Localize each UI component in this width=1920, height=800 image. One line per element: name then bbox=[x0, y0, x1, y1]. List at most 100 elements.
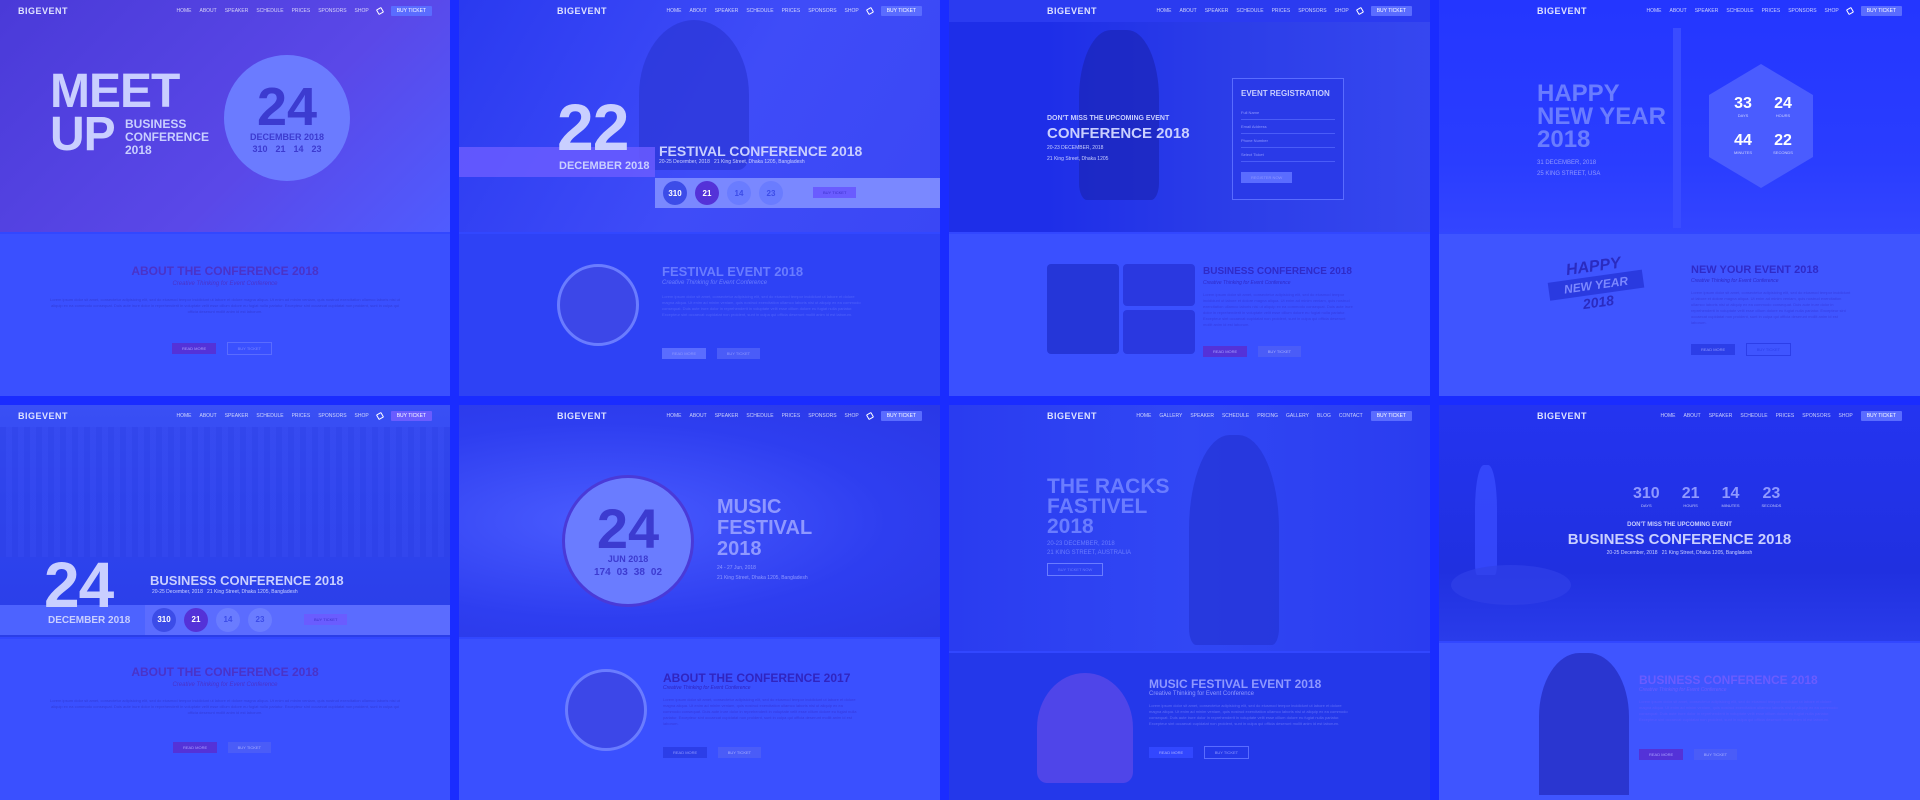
nav-item[interactable]: SPEAKER bbox=[1709, 413, 1733, 419]
nav-item[interactable]: ABOUT bbox=[689, 413, 706, 419]
read-more-button[interactable]: READ MORE bbox=[1203, 346, 1248, 357]
email-field[interactable]: Email Address bbox=[1241, 120, 1335, 134]
logo[interactable]: BIGEVENT bbox=[1537, 6, 1587, 16]
nav-item[interactable]: SHOP bbox=[845, 413, 859, 419]
nav-item[interactable]: SCHEDULE bbox=[1726, 8, 1753, 14]
demo-music-festival[interactable]: BIGEVENT HOME ABOUT SPEAKER SCHEDULE PRI… bbox=[459, 404, 940, 800]
nav-item[interactable]: GALLERY bbox=[1159, 413, 1182, 419]
demo-business-keynote[interactable]: BIGEVENT HOME ABOUT SPEAKER SCHEDULE PRI… bbox=[1439, 404, 1920, 800]
demo-festival-conference[interactable]: BIGEVENT HOME ABOUT SPEAKER SCHEDULE PRI… bbox=[459, 0, 940, 396]
buy-ticket-button[interactable]: BUY TICKET bbox=[1860, 6, 1902, 16]
nav-item[interactable]: SHOP bbox=[355, 413, 369, 419]
nav-item[interactable]: GALLERY bbox=[1286, 413, 1309, 419]
nav-item[interactable]: SHOP bbox=[1335, 8, 1349, 14]
phone-field[interactable]: Phone Number bbox=[1241, 134, 1335, 148]
nav-item[interactable]: HOME bbox=[1136, 413, 1151, 419]
nav-item[interactable]: PRICING bbox=[1257, 413, 1278, 419]
nav-item[interactable]: ABOUT bbox=[689, 8, 706, 14]
nav-item[interactable]: ABOUT bbox=[199, 413, 216, 419]
buy-ticket-button[interactable]: BUY TICKET bbox=[880, 410, 922, 421]
nav-item[interactable]: SCHEDULE bbox=[1236, 8, 1263, 14]
buy-ticket-button[interactable]: BUY TICKET bbox=[304, 613, 348, 625]
read-more-button[interactable]: READ MORE bbox=[1639, 748, 1684, 760]
read-more-button[interactable]: READ MORE bbox=[1149, 746, 1194, 758]
buy-ticket-button[interactable]: BUY TICKET bbox=[813, 187, 857, 198]
logo[interactable]: BIGEVENT bbox=[557, 411, 607, 421]
nav-item[interactable]: SCHEDULE bbox=[746, 8, 773, 14]
nav-item[interactable]: SCHEDULE bbox=[256, 8, 283, 14]
nav-item[interactable]: HOME bbox=[1660, 413, 1675, 419]
nav-item[interactable]: SCHEDULE bbox=[1222, 413, 1249, 419]
nav-item[interactable]: HOME bbox=[176, 413, 191, 419]
nav-item[interactable]: SPEAKER bbox=[1190, 413, 1214, 419]
nav-item[interactable]: ABOUT bbox=[199, 8, 216, 14]
read-more-button[interactable]: READ MORE bbox=[171, 343, 217, 354]
buy-ticket-button[interactable]: BUY TICKET bbox=[390, 6, 432, 16]
buy-ticket-button[interactable]: BUY TICKET bbox=[1257, 346, 1302, 357]
buy-ticket-button[interactable]: BUY TICKET bbox=[880, 6, 922, 16]
buy-ticket-button[interactable]: BUY TICKET bbox=[1693, 748, 1738, 760]
nav-item[interactable]: PRICES bbox=[782, 413, 801, 419]
logo[interactable]: BIGEVENT bbox=[557, 6, 607, 16]
buy-ticket-button[interactable]: BUY TICKET bbox=[1203, 745, 1250, 759]
nav-item[interactable]: SPONSORS bbox=[808, 413, 836, 419]
nav-item[interactable]: ABOUT bbox=[1179, 8, 1196, 14]
nav-item[interactable]: BLOG bbox=[1317, 413, 1331, 419]
nav-item[interactable]: SPONSORS bbox=[318, 413, 346, 419]
name-field[interactable]: Full Name bbox=[1241, 106, 1335, 120]
ticket-select[interactable]: Select Ticket bbox=[1241, 148, 1335, 162]
nav-item[interactable]: HOME bbox=[666, 413, 681, 419]
buy-ticket-button[interactable]: BUY TICKET bbox=[1370, 6, 1412, 16]
register-button[interactable]: REGISTER NOW bbox=[1241, 172, 1293, 183]
nav-item[interactable]: HOME bbox=[1156, 8, 1171, 14]
nav-item[interactable]: SPEAKER bbox=[715, 413, 739, 419]
nav-item[interactable]: PRICES bbox=[782, 8, 801, 14]
buy-ticket-button[interactable]: BUY TICKET bbox=[716, 348, 761, 359]
nav-item[interactable]: PRICES bbox=[292, 8, 311, 14]
nav-item[interactable]: SCHEDULE bbox=[256, 413, 283, 419]
nav-item[interactable]: SCHEDULE bbox=[746, 413, 773, 419]
nav-item[interactable]: SPEAKER bbox=[715, 8, 739, 14]
demo-conference-registration[interactable]: BIGEVENT HOME ABOUT SPEAKER SCHEDULE PRI… bbox=[949, 0, 1430, 396]
buy-ticket-button[interactable]: BUY TICKET bbox=[1860, 410, 1902, 421]
nav-item[interactable]: SHOP bbox=[845, 8, 859, 14]
cart-icon[interactable] bbox=[375, 411, 384, 420]
buy-ticket-button[interactable]: BUY TICKET bbox=[390, 410, 432, 421]
nav-item[interactable]: SPEAKER bbox=[1695, 8, 1719, 14]
nav-item[interactable]: PRICES bbox=[1776, 413, 1795, 419]
nav-item[interactable]: SCHEDULE bbox=[1740, 413, 1767, 419]
nav-item[interactable]: PRICES bbox=[1272, 8, 1291, 14]
demo-racks-festival[interactable]: BIGEVENT HOME GALLERY SPEAKER SCHEDULE P… bbox=[949, 404, 1430, 800]
read-more-button[interactable]: READ MORE bbox=[662, 348, 707, 359]
nav-item[interactable]: ABOUT bbox=[1669, 8, 1686, 14]
buy-ticket-button[interactable]: BUY TICKET bbox=[1370, 410, 1412, 421]
nav-item[interactable]: SPONSORS bbox=[1298, 8, 1326, 14]
nav-item[interactable]: SPEAKER bbox=[225, 8, 249, 14]
read-more-button[interactable]: READ MORE bbox=[172, 741, 218, 753]
buy-ticket-button[interactable]: BUY TICKET bbox=[226, 342, 273, 355]
nav-item[interactable]: SPEAKER bbox=[1205, 8, 1229, 14]
nav-item[interactable]: SHOP bbox=[1825, 8, 1839, 14]
buy-ticket-now-button[interactable]: BUY TICKET NOW bbox=[1047, 562, 1104, 576]
nav-item[interactable]: CONTACT bbox=[1339, 413, 1363, 419]
nav-item[interactable]: HOME bbox=[1646, 8, 1661, 14]
read-more-button[interactable]: READ MORE bbox=[663, 746, 708, 758]
demo-meetup[interactable]: BIGEVENT HOME ABOUT SPEAKER SCHEDULE PRI… bbox=[0, 0, 450, 396]
buy-ticket-button[interactable]: BUY TICKET bbox=[1745, 343, 1792, 356]
read-more-button[interactable]: READ MORE bbox=[1691, 344, 1736, 355]
logo[interactable]: BIGEVENT bbox=[18, 6, 68, 16]
nav-item[interactable]: PRICES bbox=[292, 413, 311, 419]
nav-item[interactable]: SHOP bbox=[1839, 413, 1853, 419]
cart-icon[interactable] bbox=[865, 6, 874, 16]
nav-item[interactable]: PRICES bbox=[1762, 8, 1781, 14]
nav-item[interactable]: SPONSORS bbox=[318, 8, 346, 14]
logo[interactable]: BIGEVENT bbox=[1537, 411, 1587, 421]
demo-business-conference[interactable]: BIGEVENT HOME ABOUT SPEAKER SCHEDULE PRI… bbox=[0, 404, 450, 800]
cart-icon[interactable] bbox=[1355, 6, 1364, 16]
buy-ticket-button[interactable]: BUY TICKET bbox=[227, 741, 272, 753]
cart-icon[interactable] bbox=[375, 6, 384, 16]
buy-ticket-button[interactable]: BUY TICKET bbox=[717, 746, 762, 758]
logo[interactable]: BIGEVENT bbox=[1047, 6, 1097, 16]
nav-item[interactable]: SPONSORS bbox=[1788, 8, 1816, 14]
nav-item[interactable]: HOME bbox=[666, 8, 681, 14]
